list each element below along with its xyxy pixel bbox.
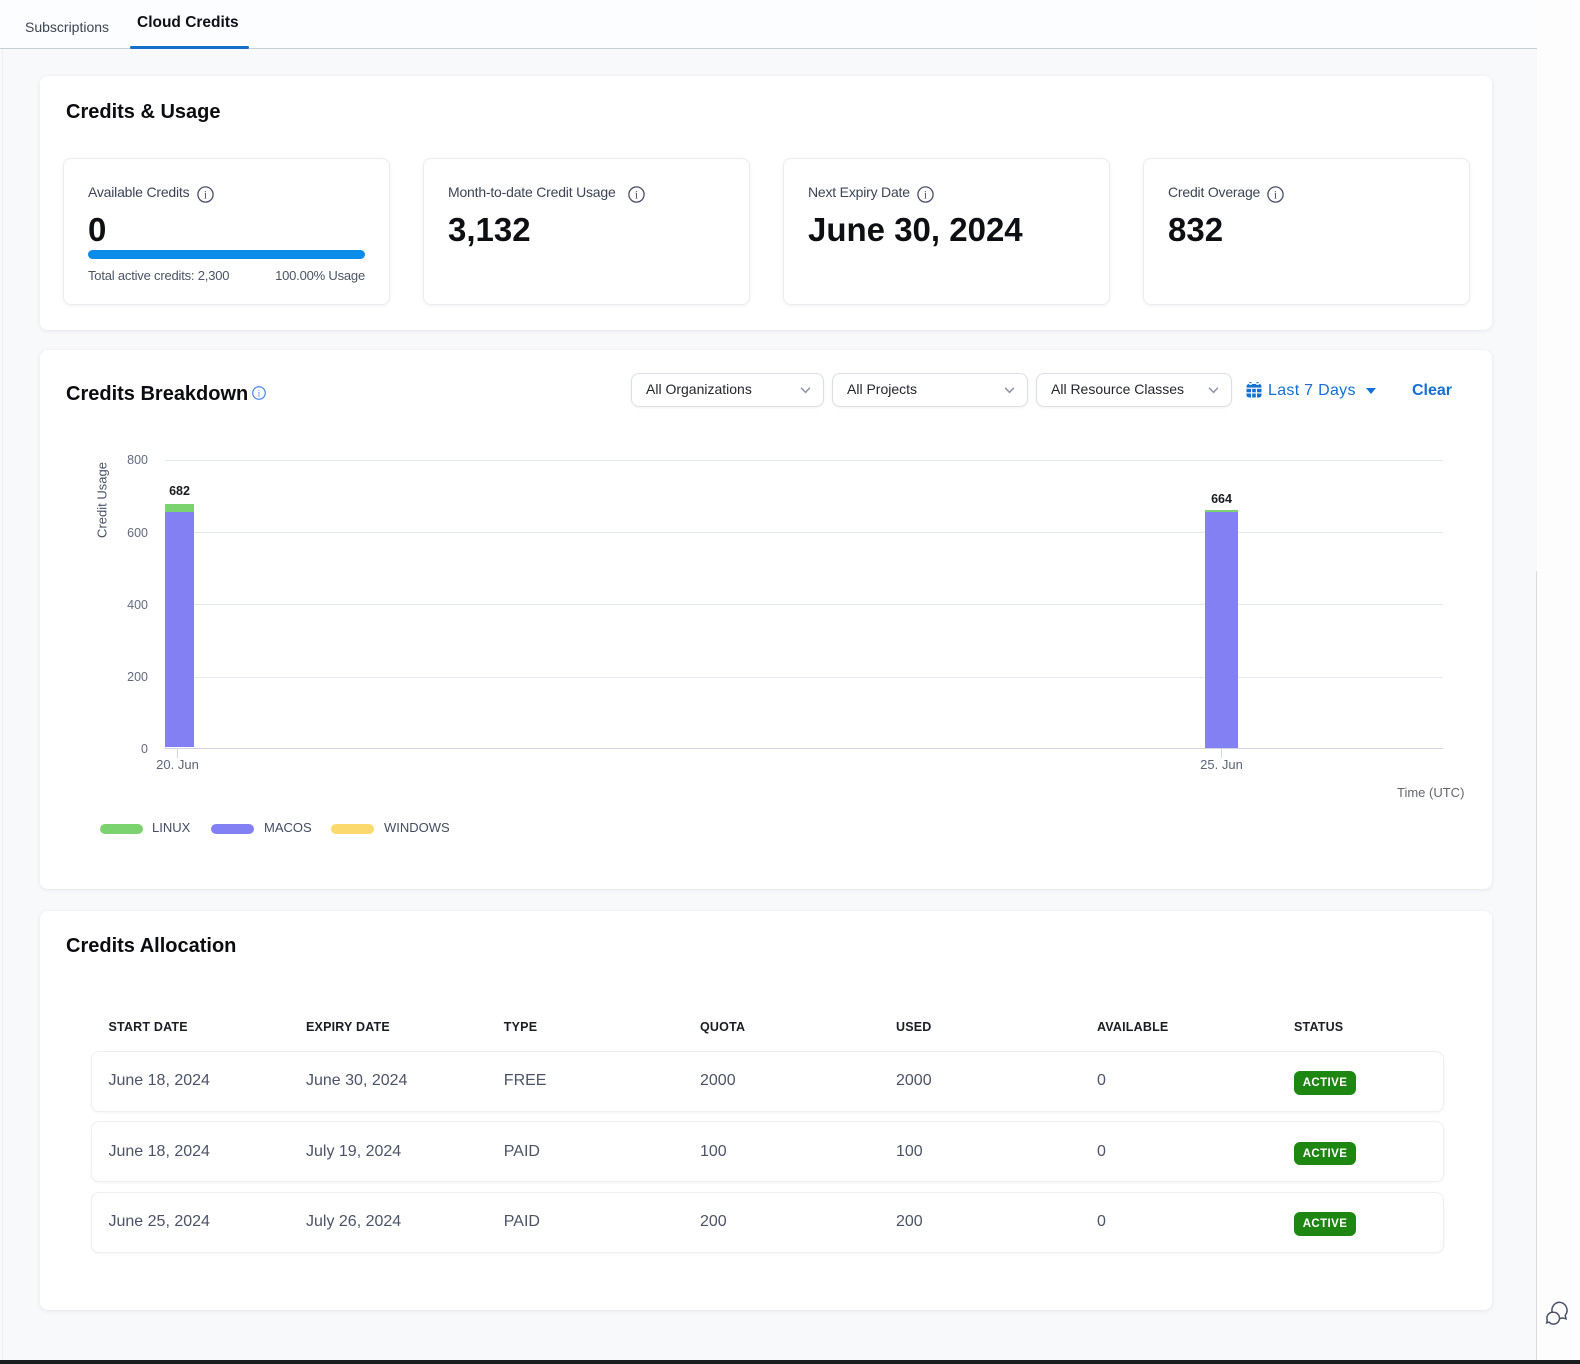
svg-text:i: i: [1274, 189, 1277, 201]
svg-text:i: i: [924, 189, 927, 201]
svg-text:i: i: [204, 189, 207, 201]
svg-text:i: i: [258, 389, 261, 399]
svg-text:i: i: [635, 189, 638, 201]
